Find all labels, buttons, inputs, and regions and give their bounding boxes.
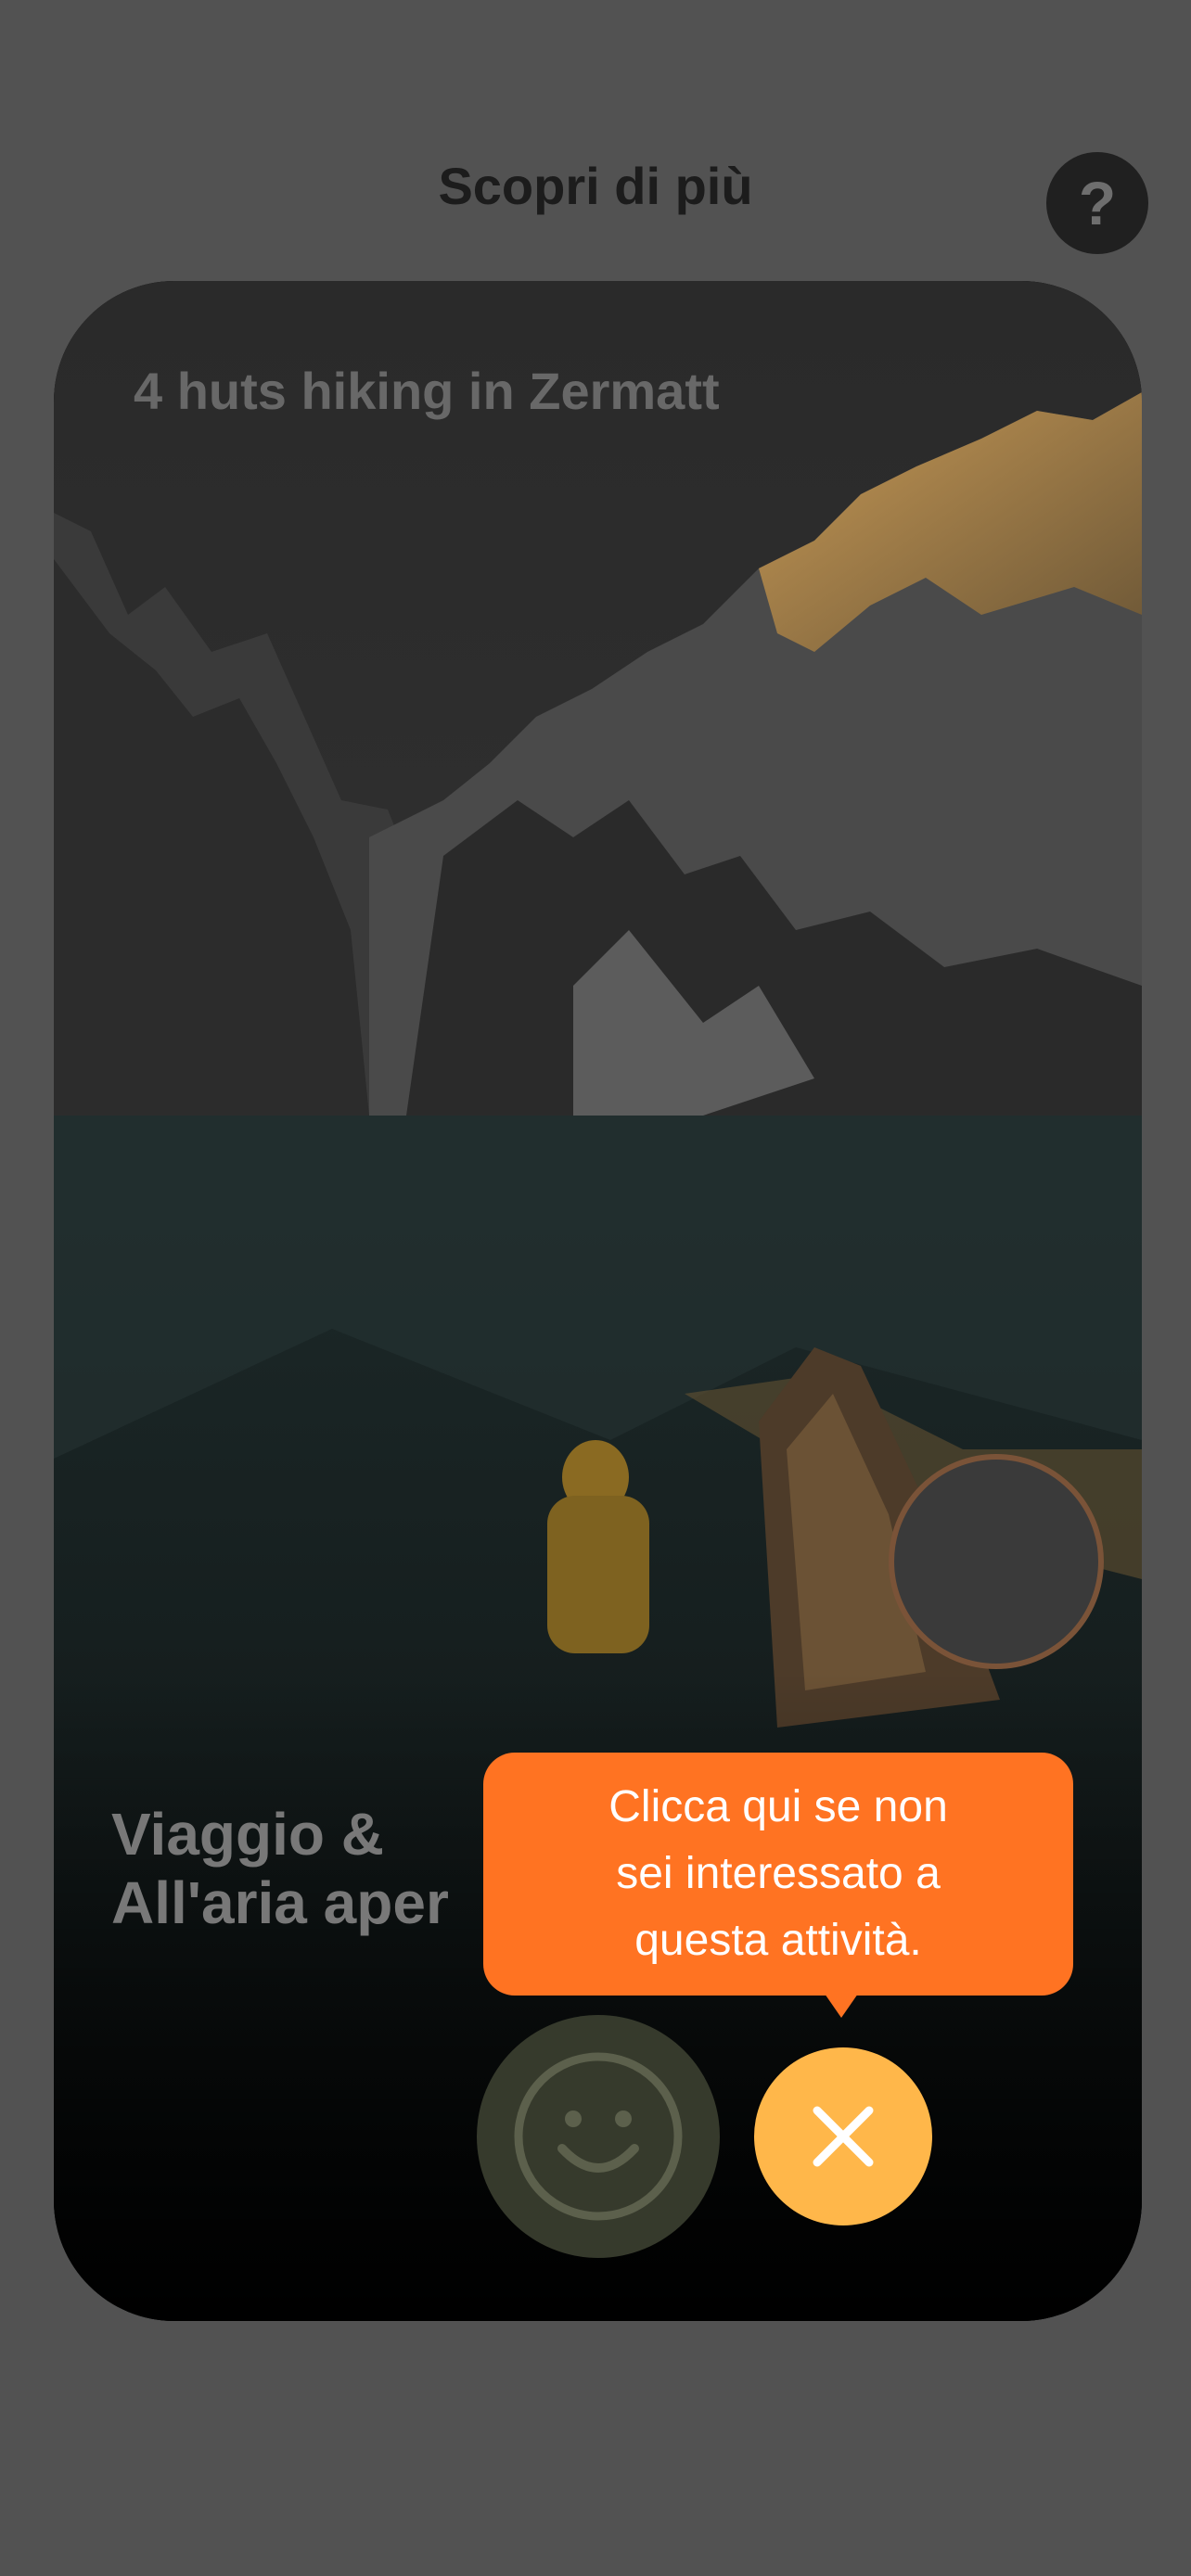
activity-title: 4 huts hiking in Zermatt [134, 362, 720, 420]
dislike-button[interactable] [754, 2047, 932, 2225]
like-button[interactable] [477, 2015, 720, 2258]
help-button[interactable]: ? [1046, 152, 1148, 254]
app-screen: Scopri di più ? 4 huts hiking in Zermatt… [0, 0, 1191, 2576]
activity-category: Viaggio & [111, 1801, 384, 1868]
tooltip-pointer [825, 1994, 858, 2018]
page-title: Scopri di più [438, 157, 753, 215]
tooltip-text-line1: Clicca qui se non [608, 1782, 948, 1831]
dislike-tooltip: Clicca qui se non sei interessato a ques… [483, 1753, 1073, 1996]
next-card-thumbnail [889, 1454, 1104, 1669]
tooltip-text-line2: sei interessato a [616, 1849, 941, 1898]
question-mark-icon: ? [1078, 169, 1117, 237]
tooltip-text-line3: questa attività. [634, 1916, 922, 1965]
activity-category-second-line: All'aria aper [111, 1869, 449, 1936]
smiley-face-icon [514, 2052, 683, 2221]
close-x-icon [813, 2106, 874, 2167]
